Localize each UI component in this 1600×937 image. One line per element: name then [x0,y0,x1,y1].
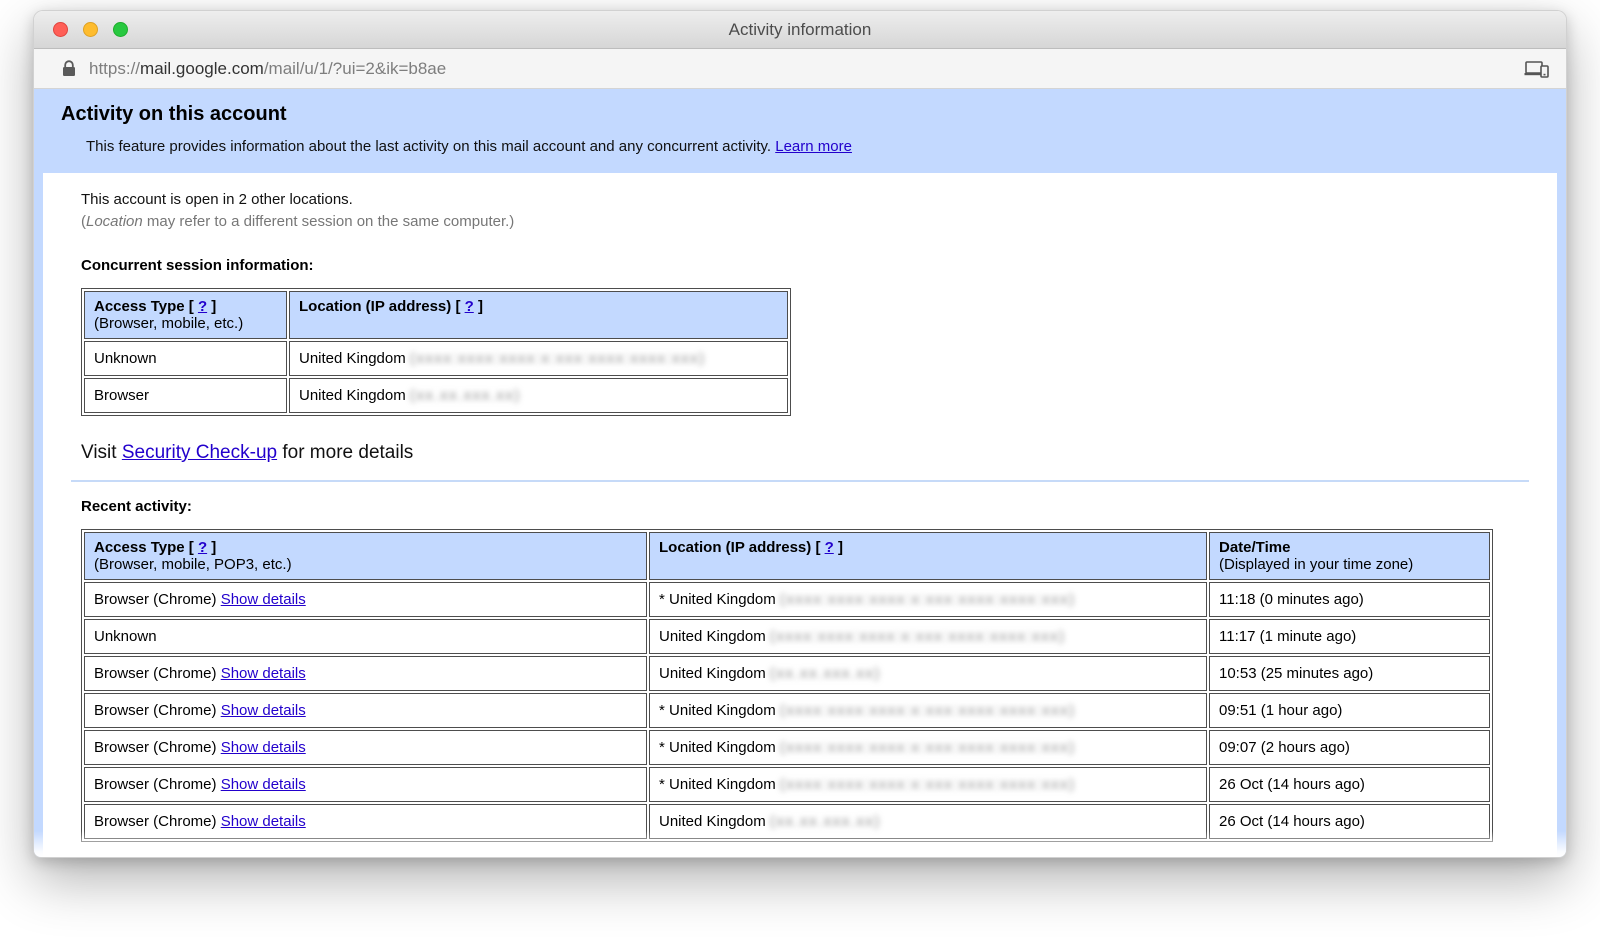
ip-redacted: (xx.xx.xxx.xx) [770,665,881,682]
open-locations-text: This account is open in 2 other location… [81,191,1519,208]
close-button[interactable] [53,22,68,37]
table-header-row: Access Type [ ? ](Browser, mobile, etc.)… [84,291,788,339]
minimize-button[interactable] [83,22,98,37]
location-cell: United Kingdom (xxxx:xxxx:xxxx:x:xxx:xxx… [649,619,1207,654]
page-description: This feature provides information about … [86,138,1539,155]
ip-redacted: (xxxx:xxxx:xxxx:x:xxx:xxxx:xxxx:xxx) [780,591,1076,608]
show-details-link[interactable]: Show details [221,813,306,830]
location-star: * [659,702,669,719]
concurrent-session-table: Access Type [ ? ](Browser, mobile, etc.)… [81,288,791,416]
table-row: Browser (Chrome) Show details * United K… [84,767,1490,802]
location-star: * [659,776,669,793]
datetime-cell: 09:51 (1 hour ago) [1209,693,1490,728]
table-row: Browser (Chrome) Show details United Kin… [84,804,1490,839]
location-cell: United Kingdom (xx.xx.xxx.xx) [649,656,1207,691]
page-title: Activity on this account [61,103,1539,126]
datetime-cell: 09:07 (2 hours ago) [1209,730,1490,765]
access-type-cell: Unknown [84,619,647,654]
access-type-cell: Browser (Chrome) Show details [84,767,647,802]
access-type-cell: Unknown [84,341,287,376]
table-row: Browser (Chrome) Show details * United K… [84,582,1490,617]
show-details-link[interactable]: Show details [221,776,306,793]
description-text: This feature provides information about … [86,138,775,155]
show-details-link[interactable]: Show details [221,591,306,608]
url-path: /mail/u/1/?ui=2&ik=b8ae [264,59,446,78]
datetime-cell: 11:17 (1 minute ago) [1209,619,1490,654]
ip-redacted: (xx.xx.xxx.xx) [770,813,881,830]
devices-icon[interactable] [1524,59,1550,79]
location-header: Location (IP address) [ ? ] [289,291,788,339]
security-checkup-link[interactable]: Security Check-up [122,442,277,463]
datetime-cell: 26 Oct (14 hours ago) [1209,767,1490,802]
datetime-cell: 11:18 (0 minutes ago) [1209,582,1490,617]
location-cell: United Kingdom (xx.xx.xxx.xx) [649,804,1207,839]
ip-redacted: (xx.xx.xxx.xx) [410,387,521,404]
location-cell: * United Kingdom (xxxx:xxxx:xxxx:x:xxx:x… [649,767,1207,802]
access-type-cell: Browser (Chrome) Show details [84,693,647,728]
datetime-cell: 10:53 (25 minutes ago) [1209,656,1490,691]
note-italic-word: Location [86,213,143,230]
ip-redacted: (xxxx:xxxx:xxxx:x:xxx:xxxx:xxxx:xxx) [410,350,706,367]
location-header: Location (IP address) [ ? ] [649,532,1207,580]
table-row: Unknown United Kingdom (xxxx:xxxx:xxxx:x… [84,341,788,376]
access-type-cell: Browser (Chrome) Show details [84,656,647,691]
datetime-cell: 26 Oct (14 hours ago) [1209,804,1490,839]
access-type-header: Access Type [ ? ](Browser, mobile, POP3,… [84,532,647,580]
show-details-link[interactable]: Show details [221,665,306,682]
table-row: Browser (Chrome) Show details * United K… [84,693,1490,728]
table-header-row: Access Type [ ? ](Browser, mobile, POP3,… [84,532,1490,580]
location-cell: United Kingdom (xx.xx.xxx.xx) [289,378,788,413]
access-type-cell: Browser [84,378,287,413]
location-cell: * United Kingdom (xxxx:xxxx:xxxx:x:xxx:x… [649,582,1207,617]
show-details-link[interactable]: Show details [221,739,306,756]
address-bar[interactable]: https://mail.google.com/mail/u/1/?ui=2&i… [34,49,1566,89]
lock-icon [62,60,76,77]
content-panel: This account is open in 2 other location… [43,173,1557,857]
access-type-help-link[interactable]: ? [198,298,207,315]
url-field[interactable]: https://mail.google.com/mail/u/1/?ui=2&i… [89,59,1512,79]
browser-popup-window: Activity information https://mail.google… [33,10,1567,858]
page-background: Activity on this account This feature pr… [34,89,1566,857]
location-note-text: (Location may refer to a different sessi… [81,213,1519,230]
window-controls [34,22,128,37]
access-type-cell: Browser (Chrome) Show details [84,730,647,765]
access-type-header: Access Type [ ? ](Browser, mobile, etc.) [84,291,287,339]
ip-redacted: (xxxx:xxxx:xxxx:x:xxx:xxxx:xxxx:xxx) [780,739,1076,756]
datetime-header: Date/Time(Displayed in your time zone) [1209,532,1490,580]
show-details-link[interactable]: Show details [221,702,306,719]
location-cell: * United Kingdom (xxxx:xxxx:xxxx:x:xxx:x… [649,730,1207,765]
section-divider [71,480,1529,482]
ip-redacted: (xxxx:xxxx:xxxx:x:xxx:xxxx:xxxx:xxx) [780,702,1076,719]
concurrent-session-heading: Concurrent session information: [81,257,1519,274]
location-star: * [659,591,669,608]
recent-activity-heading: Recent activity: [81,498,1519,515]
table-row: Browser (Chrome) Show details United Kin… [84,656,1490,691]
url-host: mail.google.com [140,59,264,78]
url-protocol: https:// [89,59,140,78]
access-type-cell: Browser (Chrome) Show details [84,804,647,839]
security-checkup-line: Visit Security Check-up for more details [81,442,1519,464]
table-row: Browser United Kingdom (xx.xx.xxx.xx) [84,378,788,413]
ip-redacted: (xxxx:xxxx:xxxx:x:xxx:xxxx:xxxx:xxx) [770,628,1066,645]
window-titlebar: Activity information [34,11,1566,49]
access-type-subtitle: (Browser, mobile, etc.) [94,315,277,332]
location-star: * [659,739,669,756]
location-cell: * United Kingdom (xxxx:xxxx:xxxx:x:xxx:x… [649,693,1207,728]
table-row: Browser (Chrome) Show details * United K… [84,730,1490,765]
note-rest: may refer to a different session on the … [143,213,515,230]
recent-activity-table: Access Type [ ? ](Browser, mobile, POP3,… [81,529,1493,842]
table-row: Unknown United Kingdom (xxxx:xxxx:xxxx:x… [84,619,1490,654]
access-type-cell: Browser (Chrome) Show details [84,582,647,617]
window-title: Activity information [34,20,1566,40]
access-type-subtitle: (Browser, mobile, POP3, etc.) [94,556,637,573]
access-type-help-link[interactable]: ? [198,539,207,556]
learn-more-link[interactable]: Learn more [775,138,852,155]
location-cell: United Kingdom (xxxx:xxxx:xxxx:x:xxx:xxx… [289,341,788,376]
datetime-subtitle: (Displayed in your time zone) [1219,556,1480,573]
zoom-button[interactable] [113,22,128,37]
location-help-link[interactable]: ? [465,298,474,315]
location-help-link[interactable]: ? [825,539,834,556]
page-header-banner: Activity on this account This feature pr… [34,89,1566,173]
ip-redacted: (xxxx:xxxx:xxxx:x:xxx:xxxx:xxxx:xxx) [780,776,1076,793]
